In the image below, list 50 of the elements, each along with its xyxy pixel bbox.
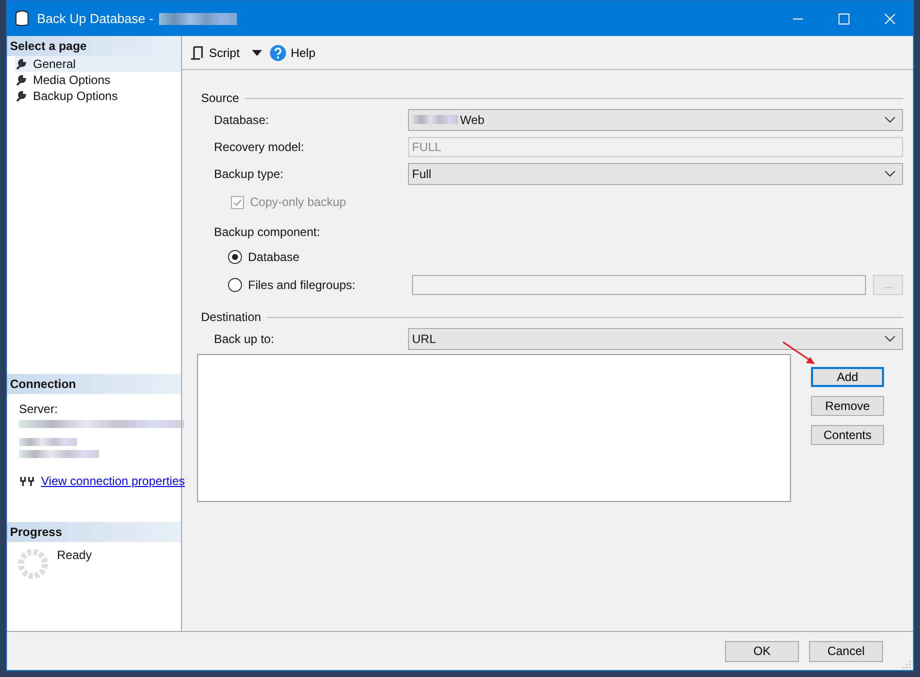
- sidebar-item[interactable]: Backup Options: [15, 88, 181, 104]
- group-heading: Source: [201, 91, 240, 105]
- group-heading: Destination: [201, 310, 262, 324]
- chevron-icon: [885, 116, 895, 122]
- script-icon: [190, 44, 204, 60]
- help-button[interactable]: Help: [268, 42, 318, 62]
- section-header: Connection: [7, 374, 181, 394]
- section-header: Select a page: [7, 36, 181, 56]
- spinner-icon: [17, 548, 49, 580]
- radio-button[interactable]: [228, 250, 242, 264]
- sidebar-item[interactable]: General: [15, 56, 181, 72]
- server-label: Server:: [19, 402, 59, 416]
- dialog-button[interactable]: Add: [811, 367, 884, 387]
- plug-icon: [19, 475, 35, 487]
- field-label: Recovery model:: [214, 140, 306, 154]
- recovery-model-field: FULL: [408, 136, 903, 156]
- radio-button[interactable]: [228, 278, 242, 292]
- filegroups-field[interactable]: [412, 275, 866, 295]
- window-title: Back Up Database -: [37, 11, 154, 26]
- script-button[interactable]: Script: [188, 42, 242, 62]
- section-header: Progress: [7, 522, 181, 542]
- backup-type-dropdown[interactable]: Full: [408, 162, 903, 184]
- wrench-icon: [15, 58, 27, 70]
- wrench-icon: [15, 74, 27, 86]
- radio-label: Database: [248, 250, 300, 264]
- field-label: Database:: [214, 112, 270, 126]
- chevron-icon: [885, 336, 895, 342]
- database-dropdown[interactable]: Web: [408, 108, 903, 130]
- caret-icon[interactable]: [252, 50, 262, 56]
- redacted-text: [19, 438, 77, 446]
- dialog-button[interactable]: Contents: [811, 425, 884, 445]
- field-label: Backup type:: [214, 166, 284, 180]
- help-icon: [270, 44, 286, 60]
- backup-to-dropdown[interactable]: URL: [408, 328, 903, 350]
- field-label: Backup component:: [213, 224, 322, 241]
- dialog-button[interactable]: Remove: [811, 396, 884, 416]
- radio-label: Files and filegroups:: [248, 278, 356, 292]
- dialog-button[interactable]: OK: [725, 640, 799, 662]
- dialog-button[interactable]: Cancel: [809, 640, 883, 662]
- wrench-icon: [15, 90, 27, 102]
- sidebar-item[interactable]: Media Options: [15, 72, 181, 88]
- chevron-icon: [885, 170, 895, 176]
- arrow-icon: [781, 340, 817, 366]
- resize-grip-icon[interactable]: [903, 660, 911, 668]
- redacted-text: [412, 115, 458, 124]
- checkbox-label: Copy-only backup: [250, 195, 346, 209]
- connection-properties-link[interactable]: View connection properties: [41, 474, 185, 488]
- database-icon: [15, 10, 29, 28]
- status-text: Ready: [57, 548, 92, 562]
- field-label: Back up to:: [214, 332, 276, 346]
